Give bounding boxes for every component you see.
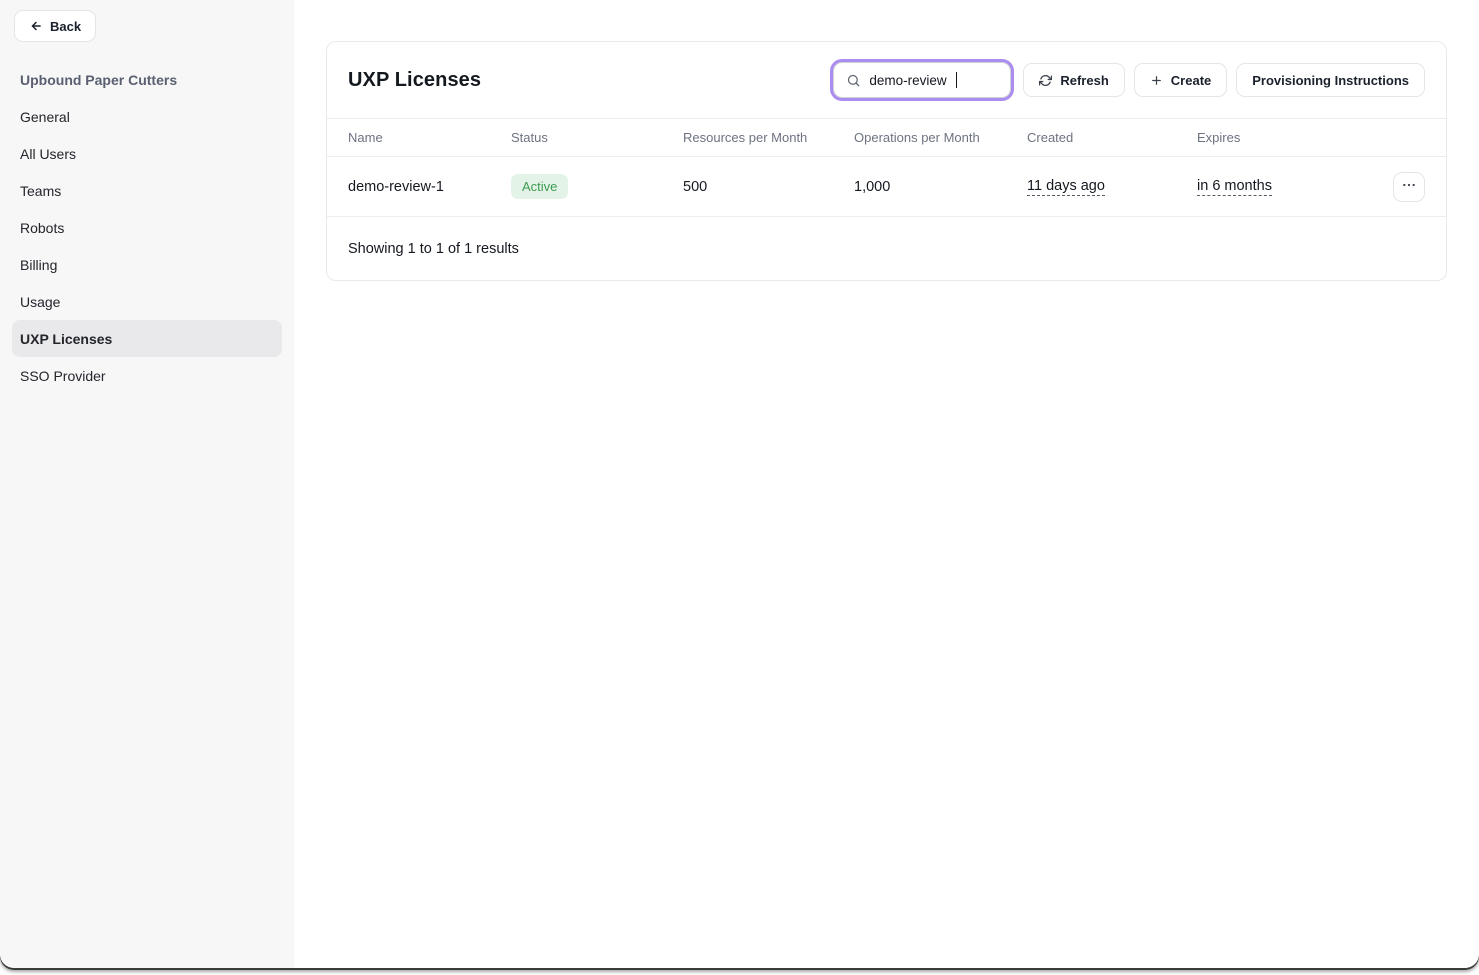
ellipsis-icon <box>1401 177 1417 196</box>
sidebar-item-usage[interactable]: Usage <box>12 283 282 320</box>
license-actions-cell <box>1369 172 1425 202</box>
sidebar-item-robots[interactable]: Robots <box>12 209 282 246</box>
org-section-label: Upbound Paper Cutters <box>12 61 282 98</box>
column-header-expires: Expires <box>1197 130 1369 145</box>
license-operations: 1,000 <box>854 179 1027 195</box>
text-caret <box>956 72 958 88</box>
main-content: UXP Licenses demo-review Refresh <box>294 0 1479 968</box>
header-controls: demo-review Refresh Create <box>833 62 1425 98</box>
uxp-licenses-card: UXP Licenses demo-review Refresh <box>326 41 1447 281</box>
create-button[interactable]: Create <box>1134 63 1227 97</box>
back-button-label: Back <box>50 19 81 34</box>
column-header-operations: Operations per Month <box>854 130 1027 145</box>
search-icon <box>846 73 861 88</box>
sidebar-item-general[interactable]: General <box>12 98 282 135</box>
status-badge: Active <box>511 174 568 199</box>
back-button[interactable]: Back <box>14 10 96 42</box>
sidebar-item-billing[interactable]: Billing <box>12 246 282 283</box>
column-header-created: Created <box>1027 130 1197 145</box>
card-header: UXP Licenses demo-review Refresh <box>327 42 1446 119</box>
more-actions-button[interactable] <box>1393 172 1425 202</box>
license-resources: 500 <box>683 179 854 195</box>
sidebar-item-uxp-licenses[interactable]: UXP Licenses <box>12 320 282 357</box>
refresh-button-label: Refresh <box>1060 73 1108 88</box>
table-header-row: Name Status Resources per Month Operatio… <box>327 119 1446 157</box>
table-row: demo-review-1 Active 500 1,000 11 days a… <box>327 157 1446 217</box>
sidebar-item-all-users[interactable]: All Users <box>12 135 282 172</box>
license-created: 11 days ago <box>1027 178 1105 196</box>
license-created-cell: 11 days ago <box>1027 178 1197 196</box>
results-summary: Showing 1 to 1 of 1 results <box>327 217 1446 280</box>
refresh-icon <box>1039 74 1052 87</box>
license-name: demo-review-1 <box>348 179 511 195</box>
sidebar-item-sso-provider[interactable]: SSO Provider <box>12 357 282 394</box>
provisioning-instructions-label: Provisioning Instructions <box>1252 73 1409 88</box>
back-arrow-icon <box>29 19 43 33</box>
plus-icon <box>1150 74 1163 87</box>
license-status-cell: Active <box>511 174 683 199</box>
column-header-resources: Resources per Month <box>683 130 854 145</box>
column-header-status: Status <box>511 130 683 145</box>
app-window: Back Upbound Paper Cutters General All U… <box>0 0 1479 968</box>
search-input[interactable]: demo-review <box>833 62 1011 98</box>
sidebar: Back Upbound Paper Cutters General All U… <box>0 0 294 968</box>
license-expires: in 6 months <box>1197 178 1272 196</box>
sidebar-nav: Upbound Paper Cutters General All Users … <box>12 61 282 394</box>
sidebar-item-teams[interactable]: Teams <box>12 172 282 209</box>
page-title: UXP Licenses <box>348 69 481 92</box>
search-input-value: demo-review <box>869 73 946 88</box>
provisioning-instructions-button[interactable]: Provisioning Instructions <box>1236 63 1425 97</box>
license-expires-cell: in 6 months <box>1197 178 1369 196</box>
create-button-label: Create <box>1171 73 1211 88</box>
refresh-button[interactable]: Refresh <box>1023 63 1124 97</box>
column-header-name: Name <box>348 130 511 145</box>
